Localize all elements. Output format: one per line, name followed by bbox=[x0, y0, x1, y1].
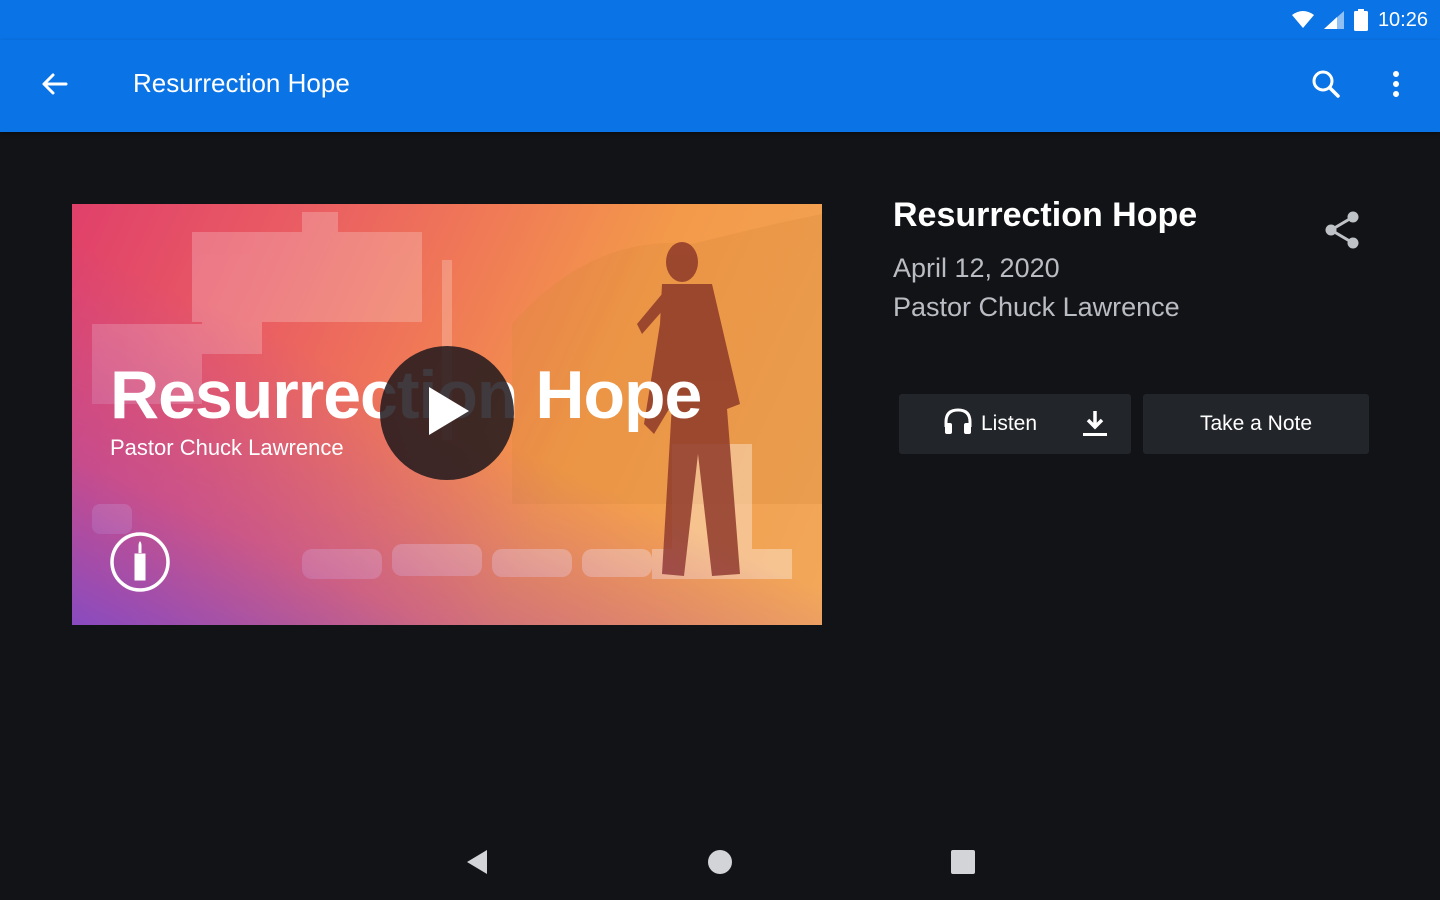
nav-recents-icon bbox=[950, 849, 976, 879]
listen-label: Listen bbox=[981, 412, 1038, 435]
headphones-icon bbox=[943, 407, 973, 441]
battery-icon bbox=[1353, 9, 1368, 31]
status-bar: 10:26 bbox=[0, 0, 1440, 40]
thumbnail-subtitle: Pastor Chuck Lawrence bbox=[110, 435, 344, 460]
take-note-button[interactable]: Take a Note bbox=[1143, 394, 1369, 454]
cell-signal-icon bbox=[1323, 11, 1344, 29]
play-button[interactable] bbox=[380, 346, 514, 480]
sermon-date: April 12, 2020 bbox=[893, 253, 1060, 283]
listen-control[interactable]: Listen bbox=[899, 407, 1037, 441]
back-arrow-icon bbox=[40, 72, 68, 100]
status-time: 10:26 bbox=[1377, 8, 1428, 31]
nav-home-button[interactable] bbox=[695, 840, 745, 888]
back-button[interactable] bbox=[30, 64, 78, 108]
take-note-label: Take a Note bbox=[1199, 412, 1313, 435]
status-icons: 10:26 bbox=[1291, 6, 1428, 34]
app-bar-title: Resurrection Hope bbox=[133, 68, 350, 98]
listen-button[interactable]: Listen bbox=[899, 394, 1131, 454]
church-logo-icon bbox=[109, 531, 171, 593]
app-bar: Resurrection Hope bbox=[0, 40, 1440, 132]
nav-recents-button[interactable] bbox=[938, 840, 988, 888]
sermon-speaker: Pastor Chuck Lawrence bbox=[893, 292, 1180, 322]
search-icon bbox=[1311, 69, 1341, 103]
search-button[interactable] bbox=[1302, 62, 1350, 110]
wifi-icon bbox=[1291, 11, 1314, 29]
nav-back-icon bbox=[465, 849, 489, 879]
nav-back-button[interactable] bbox=[452, 840, 502, 888]
more-options-button[interactable] bbox=[1372, 62, 1420, 110]
play-icon bbox=[423, 385, 471, 441]
share-icon bbox=[1323, 210, 1361, 254]
sermon-title: Resurrection Hope bbox=[893, 196, 1198, 234]
download-icon[interactable] bbox=[1079, 408, 1111, 446]
video-thumbnail[interactable]: Resurrection Hope Pastor Chuck Lawrence bbox=[72, 204, 822, 625]
share-button[interactable] bbox=[1318, 208, 1366, 256]
system-nav-bar bbox=[0, 820, 1440, 900]
more-vert-icon bbox=[1392, 70, 1400, 102]
nav-home-icon bbox=[707, 849, 733, 879]
